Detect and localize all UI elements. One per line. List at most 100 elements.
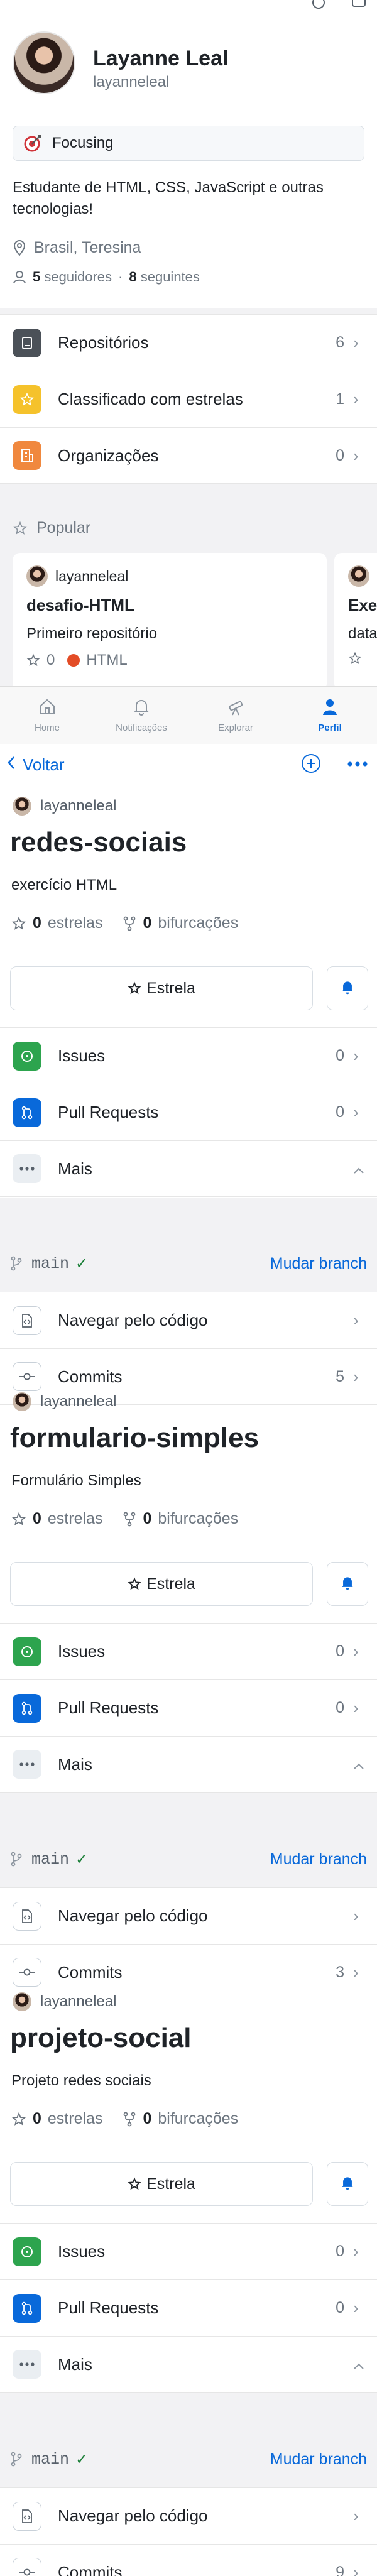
card-repo-name: Exe [348,596,377,614]
profile-avatar[interactable] [13,31,75,94]
repo-owner[interactable]: layanneleal [13,1992,116,2011]
card-stars: 0 [46,652,55,669]
card-owner: layanneleal [55,567,129,584]
repo-description: Projeto redes sociais [11,2072,151,2089]
chevron-right-icon: › [353,1642,359,1661]
star-outline-icon [128,981,141,995]
commits-count: 5 [336,1367,344,1385]
bottom-tab-bar: Home Notificações Explorar Perfil [0,686,377,744]
item-label: Issues [58,2242,106,2261]
add-icon[interactable] [300,753,322,777]
change-branch-button[interactable]: Mudar branch [270,2450,367,2469]
repo-owner-name: layanneleal [40,1993,117,2010]
repo-owner[interactable]: layanneleal [13,1392,116,1411]
card-language: HTML [86,652,128,669]
repo-item-browse-code[interactable]: Navegar pelo código › [0,2487,377,2544]
item-label: Pull Requests [58,1698,159,1717]
popular-repo-card[interactable]: layanneleal desafio-HTML Primeiro reposi… [13,553,327,691]
chevron-right-icon: › [353,445,359,465]
github-mobile-screen: Layanne Leal layanneleal Focusing Estuda… [0,0,377,2576]
chevron-up-icon [353,1755,366,1774]
back-label: Voltar [23,755,65,774]
repo-icon [13,328,41,357]
watch-button[interactable] [327,1562,368,1606]
branch-icon [10,2452,23,2467]
star-icon [13,385,41,414]
popular-repo-card[interactable]: Exe data [334,553,377,691]
tab-profile[interactable]: Perfil [283,687,377,744]
menu-item-repositories[interactable]: Repositórios 6 › [0,314,377,371]
following-label: seguintes [140,269,200,285]
profile-location: Brasil, Teresina [13,239,141,257]
status-box[interactable]: Focusing [13,126,364,161]
issues-count: 0 [336,1642,344,1660]
share-icon[interactable] [310,0,327,9]
stars-label: estrelas [47,1510,103,1527]
repo-item-pull-requests[interactable]: Pull Requests 0 › [0,1679,377,1736]
location-pin-icon [13,239,26,256]
chevron-right-icon: › [353,1046,359,1065]
change-branch-button[interactable]: Mudar branch [270,1255,367,1273]
menu-count: 6 [336,334,344,351]
branch-icon [10,1256,23,1271]
menu-item-starred[interactable]: Classificado com estrelas 1 › [0,371,377,427]
forks-count: 0 [143,2110,152,2127]
tab-notifications[interactable]: Notificações [94,687,188,744]
chevron-up-icon [353,2355,366,2374]
repo-item-issues[interactable]: Issues 0 › [0,2223,377,2279]
repo-item-issues[interactable]: Issues 0 › [0,1623,377,1679]
item-label: Mais [58,2354,92,2374]
chevron-right-icon: › [353,1906,359,1925]
repo-item-more[interactable]: Mais [0,1140,377,1197]
item-label: Commits [58,1367,123,1386]
tab-label: Notificações [116,723,167,733]
watch-button[interactable] [327,2162,368,2206]
fork-icon [123,2112,136,2127]
chevron-right-icon: › [353,333,359,352]
repo-title: redes-sociais [10,827,187,858]
star-button[interactable]: Estrela [10,1562,313,1606]
branch-name: main [31,2450,70,2469]
star-outline-icon [11,916,26,931]
back-button[interactable]: Voltar [6,755,65,775]
menu-item-organizations[interactable]: Organizações 0 › [0,427,377,484]
repo-item-browse-code[interactable]: Navegar pelo código › [0,1292,377,1348]
pull-request-icon [13,2293,41,2323]
repo-item-pull-requests[interactable]: Pull Requests 0 › [0,2279,377,2336]
chevron-right-icon: › [353,2506,359,2525]
popular-title: Popular [36,519,91,537]
repo-owner[interactable]: layanneleal [13,797,116,816]
popular-heading: Popular [13,519,90,537]
item-label: Commits [58,2562,123,2576]
repo-item-more[interactable]: Mais [0,2336,377,2393]
repo-item-issues[interactable]: Issues 0 › [0,1027,377,1084]
issues-count: 0 [336,1047,344,1064]
change-branch-button[interactable]: Mudar branch [270,1850,367,1869]
repo-item-commits[interactable]: Commits 9 › [0,2544,377,2576]
more-options-icon[interactable] [347,759,368,770]
repo-item-browse-code[interactable]: Navegar pelo código › [0,1887,377,1944]
star-outline-icon [348,652,362,665]
chevron-right-icon: › [353,390,359,408]
commit-icon [13,2558,41,2576]
branch-bar: main ✓ Mudar branch [0,1235,377,1292]
fork-icon [123,1512,136,1527]
repo-item-pull-requests[interactable]: Pull Requests 0 › [0,1084,377,1140]
settings-icon[interactable] [351,0,367,9]
repo-item-more[interactable]: Mais [0,1736,377,1793]
follow-stats[interactable]: 5 seguidores · 8 seguintes [13,269,200,285]
menu-count: 1 [336,390,344,408]
branch-bar: main ✓ Mudar branch [0,1831,377,1887]
star-button-label: Estrela [146,979,195,997]
menu-label: Classificado com estrelas [58,390,243,408]
more-dots-icon [13,1154,41,1183]
watch-button[interactable] [327,966,368,1010]
tab-home[interactable]: Home [0,687,94,744]
star-button[interactable]: Estrela [10,966,313,1010]
star-button[interactable]: Estrela [10,2162,313,2206]
tab-explore[interactable]: Explorar [188,687,283,744]
stars-label: estrelas [47,914,103,932]
chevron-right-icon: › [353,1698,359,1717]
bell-icon [339,1575,356,1594]
chevron-right-icon: › [353,1962,359,1982]
